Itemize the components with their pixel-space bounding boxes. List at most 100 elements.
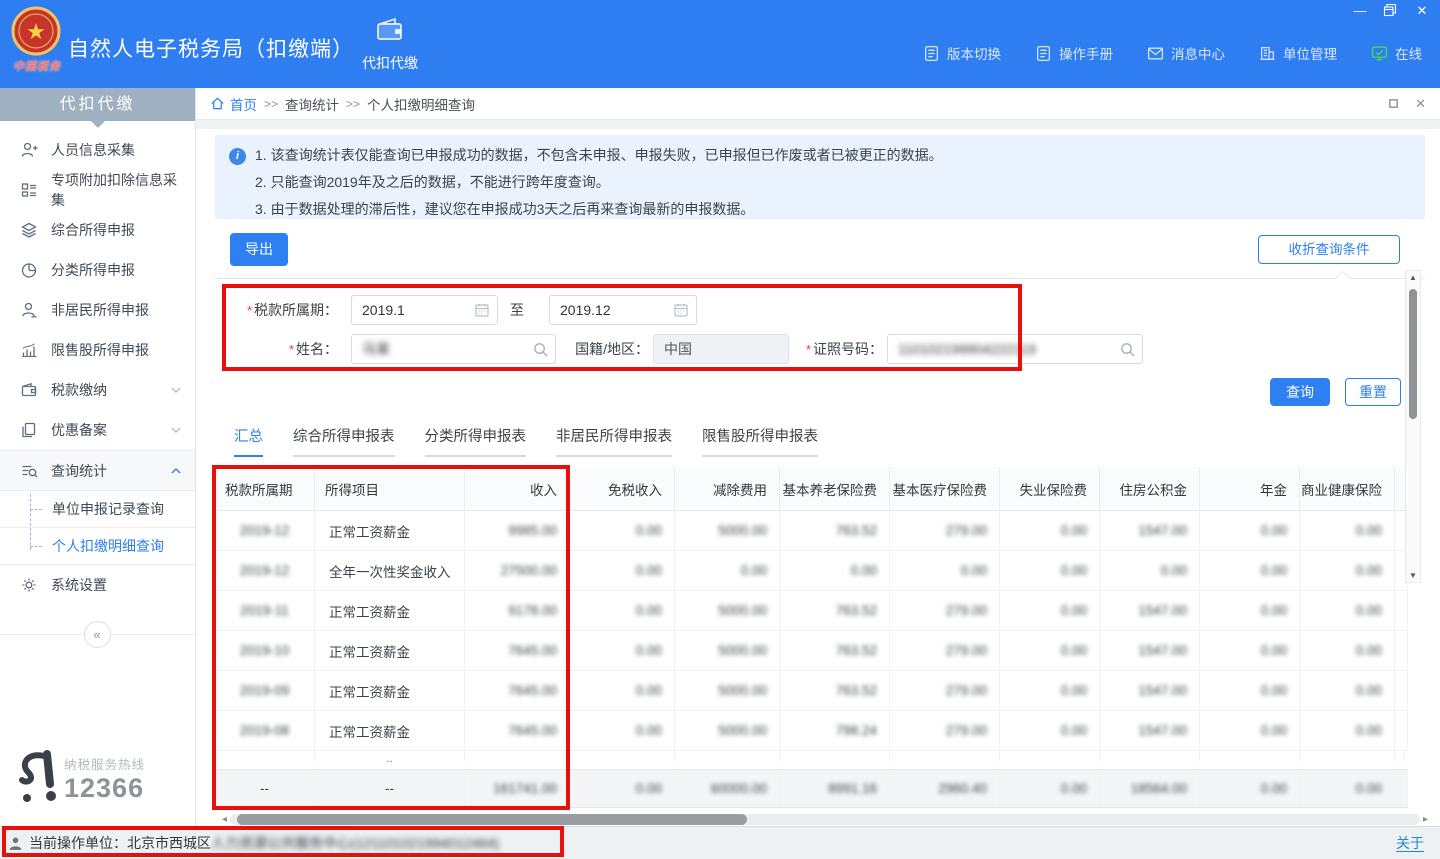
table-header-cell-1: 所得项目: [315, 467, 465, 511]
breadcrumb-item: 查询统计: [285, 94, 339, 114]
table-cell: 2019-12: [215, 511, 315, 551]
sidebar-item-7[interactable]: 优惠备案: [0, 410, 195, 450]
header-link-0[interactable]: 版本切换: [923, 43, 1001, 63]
tab-0[interactable]: 汇总: [234, 425, 263, 457]
period-to-label: 至: [510, 295, 524, 325]
search-icon[interactable]: [1119, 341, 1136, 358]
table-cell: 161741.00: [465, 769, 570, 808]
sidebar-item-2[interactable]: 综合所得申报: [0, 210, 195, 250]
table-header-cell-0: 税款所属期: [215, 467, 315, 511]
sidebar-item-6[interactable]: 税款缴纳: [0, 370, 195, 410]
table-row-5[interactable]: 2019-08正常工资薪金7645.000.005000.00798.24279…: [215, 711, 1405, 751]
table-cell: 7645.00: [465, 711, 570, 751]
sidebar-item-5[interactable]: 限售股所得申报: [0, 330, 195, 370]
tab-2[interactable]: 分类所得申报表: [425, 425, 527, 457]
emblem-icon: ★: [8, 4, 66, 60]
home-icon: [210, 96, 225, 111]
collapse-query-button[interactable]: 收折查询条件: [1258, 235, 1400, 264]
export-button[interactable]: 导出: [230, 233, 288, 266]
sidebar-item-1[interactable]: 专项附加扣除信息采集: [0, 170, 195, 210]
chevron-down-icon: [171, 387, 181, 393]
scroll-left-icon[interactable]: ◂: [222, 813, 227, 826]
table-cell: 2019-08: [215, 711, 315, 751]
person-icon: [20, 301, 38, 319]
chevron-up-icon: [171, 468, 181, 474]
panel-close-icon[interactable]: ✕: [1415, 98, 1426, 110]
scroll-right-icon[interactable]: ▸: [1423, 813, 1428, 826]
calendar-icon[interactable]: [474, 302, 491, 319]
header-link-4[interactable]: 在线: [1371, 43, 1422, 63]
table-header-cell-8: 住房公积金: [1100, 467, 1200, 511]
scroll-up-icon[interactable]: ▲: [1406, 273, 1420, 282]
layers-icon: [20, 221, 38, 239]
minimize-icon[interactable]: —: [1352, 3, 1368, 19]
sidebar-item-9[interactable]: 系统设置: [0, 565, 195, 605]
table-header-cell-5: 基本养老保险费: [780, 467, 890, 511]
sidebar-collapse-button[interactable]: «: [84, 621, 111, 648]
hotline-label: 纳税服务热线: [64, 754, 145, 773]
table-cell: 60000.00: [675, 769, 780, 808]
query-button[interactable]: 查询: [1270, 378, 1330, 406]
tab-4[interactable]: 限售股所得申报表: [702, 425, 818, 457]
table-row-0[interactable]: 2019-12正常工资薪金9985.000.005000.00763.52279…: [215, 511, 1405, 551]
tax-bureau-logo: ★ 中国税务: [8, 4, 66, 84]
table-cell: [1395, 711, 1408, 751]
table-cell: 18564.00: [1100, 769, 1200, 808]
table-row-1[interactable]: 2019-12全年一次性奖金收入27500.000.000.000.000.00…: [215, 551, 1405, 591]
person-add-icon: [20, 141, 38, 159]
restore-icon[interactable]: [1383, 3, 1399, 19]
breadcrumb-home[interactable]: 首页: [210, 94, 257, 114]
tab-1[interactable]: 综合所得申报表: [293, 425, 395, 457]
certificate-value: 110102199904222119: [898, 341, 1036, 357]
panel-maximize-icon[interactable]: [1388, 98, 1399, 109]
table-cell: 0.00: [1300, 631, 1395, 671]
sidebar-item-3[interactable]: 分类所得申报: [0, 250, 195, 290]
reset-button[interactable]: 重置: [1345, 378, 1401, 406]
table-summary-row[interactable]: ----161741.000.0060000.008991.162960.400…: [215, 769, 1405, 808]
table-cell: 5000.00: [675, 711, 780, 751]
notice-line-2: 2. 只能查询2019年及之后的数据，不能进行跨年度查询。: [255, 169, 1415, 196]
breadcrumb-home-label: 首页: [230, 94, 257, 114]
calendar-icon[interactable]: [673, 302, 690, 319]
table-cell: 全年一次性奖金收入: [315, 551, 465, 591]
sidebar-subitem-8-1[interactable]: 个人扣缴明细查询: [0, 527, 195, 564]
sidebar-item-4[interactable]: 非居民所得申报: [0, 290, 195, 330]
scroll-down-icon[interactable]: ▼: [1406, 571, 1420, 580]
svg-text:★: ★: [26, 19, 46, 44]
sidebar-item-8[interactable]: 查询统计: [0, 450, 195, 490]
table-row-2[interactable]: 2019-11正常工资薪金9178.000.005000.00763.52279…: [215, 591, 1405, 631]
name-input[interactable]: 马某: [351, 334, 556, 364]
table-header-cell-7: 失业保险费: [1000, 467, 1100, 511]
table-row-4[interactable]: 2019-09正常工资薪金7645.000.005000.00763.52279…: [215, 671, 1405, 711]
horizontal-scroll-thumb[interactable]: [237, 814, 747, 825]
search-icon[interactable]: [532, 341, 549, 358]
table-cell: --: [215, 769, 315, 808]
header-links: 版本切换 操作手册 消息中心 单位管理 在线: [923, 43, 1422, 63]
close-icon[interactable]: ✕: [1414, 3, 1430, 19]
header-link-2[interactable]: 消息中心: [1147, 43, 1225, 63]
list-icon: [20, 181, 38, 199]
table-cell: 9985.00: [465, 511, 570, 551]
header-link-3[interactable]: 单位管理: [1259, 43, 1337, 63]
table-cell: 279.00: [890, 711, 1000, 751]
module-tab-daikoudaijiao[interactable]: 代扣代缴: [346, 16, 434, 73]
table-cell: 2960.40: [890, 769, 1000, 808]
vertical-scroll-thumb[interactable]: [1409, 289, 1417, 419]
period-start-input[interactable]: 2019.1: [351, 295, 498, 325]
about-link[interactable]: 关于: [1396, 835, 1424, 852]
header-link-1[interactable]: 操作手册: [1035, 43, 1113, 63]
horizontal-scrollbar[interactable]: ◂ ▸: [222, 813, 1428, 826]
certificate-input[interactable]: 110102199904222119: [887, 334, 1143, 364]
period-end-input[interactable]: 2019.12: [549, 295, 697, 325]
sidebar-subitem-8-0[interactable]: 单位申报记录查询: [0, 490, 195, 527]
table-cell: 5000.00: [675, 631, 780, 671]
sidebar-item-0[interactable]: 人员信息采集: [0, 130, 195, 170]
tab-3[interactable]: 非居民所得申报表: [556, 425, 672, 457]
table-row-3[interactable]: 2019-10正常工资薪金7645.000.005000.00763.52279…: [215, 631, 1405, 671]
table-cell: 2019-10: [215, 631, 315, 671]
notice-line-1: 1. 该查询统计表仅能查询已申报成功的数据，不包含未申报、申报失败，已申报但已作…: [255, 142, 1415, 169]
vertical-scrollbar[interactable]: ▲ ▼: [1405, 270, 1421, 583]
hotline-mascot-icon: [14, 750, 58, 804]
table-cell: 0.00: [1200, 711, 1300, 751]
table-truncated-row: ..: [215, 751, 1405, 762]
